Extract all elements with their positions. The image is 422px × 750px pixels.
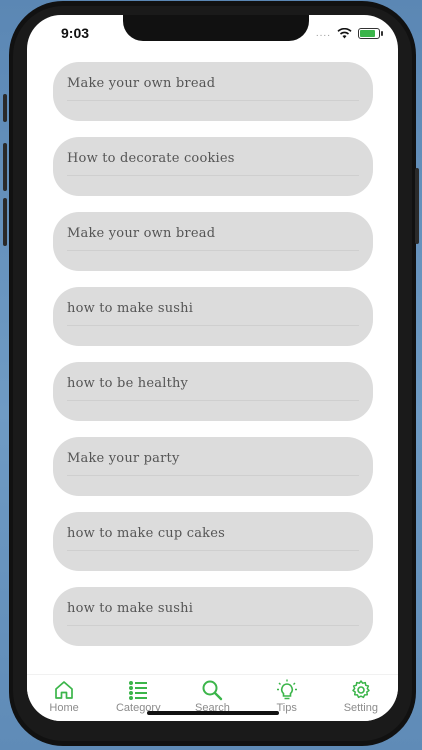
volume-up-button xyxy=(3,143,7,191)
tab-tips[interactable]: Tips xyxy=(250,675,324,714)
list-item[interactable]: How to decorate cookies xyxy=(53,137,373,196)
list-item-title: How to decorate cookies xyxy=(67,151,235,166)
list-item[interactable]: Make your own bread xyxy=(53,62,373,121)
notch xyxy=(123,15,309,41)
wifi-icon xyxy=(337,27,352,38)
list-item[interactable]: Make your party xyxy=(53,437,373,496)
app-screen: 9:03 .... Make your own bread How to dec… xyxy=(27,15,398,721)
divider xyxy=(67,175,359,176)
list-item[interactable]: how to make sushi xyxy=(53,287,373,346)
list-item[interactable]: Make your own bread xyxy=(53,212,373,271)
list-item[interactable]: how to be healthy xyxy=(53,362,373,421)
list-item-title: Make your party xyxy=(67,451,180,466)
divider xyxy=(67,475,359,476)
tab-home[interactable]: Home xyxy=(27,675,101,714)
lightbulb-icon xyxy=(276,679,297,700)
home-indicator xyxy=(147,711,279,715)
list-item[interactable]: how to make sushi xyxy=(53,587,373,646)
status-time: 9:03 xyxy=(61,25,90,41)
tab-label: Tips xyxy=(276,702,297,714)
signal-dots: .... xyxy=(315,27,331,39)
divider xyxy=(67,550,359,551)
tab-category[interactable]: Category xyxy=(101,675,175,714)
list-item-title: how to be healthy xyxy=(67,376,189,391)
list-item[interactable]: how to make cup cakes xyxy=(53,512,373,571)
battery-icon xyxy=(358,27,383,39)
gear-icon xyxy=(352,680,370,699)
tab-label: Setting xyxy=(343,702,378,714)
search-icon xyxy=(202,680,223,701)
tab-search[interactable]: Search xyxy=(175,675,249,714)
power-button xyxy=(415,168,419,244)
divider xyxy=(67,400,359,401)
divider xyxy=(67,325,359,326)
list-item-title: Make your own bread xyxy=(67,76,216,91)
status-icons: .... xyxy=(315,26,383,40)
tab-label: Home xyxy=(49,702,79,714)
divider xyxy=(67,625,359,626)
list-icon xyxy=(129,681,148,700)
list-item-title: how to make sushi xyxy=(67,601,194,616)
list-item-title: how to make cup cakes xyxy=(67,526,226,541)
divider xyxy=(67,250,359,251)
list-item-title: how to make sushi xyxy=(67,301,194,316)
list-item-title: Make your own bread xyxy=(67,226,216,241)
home-icon xyxy=(55,681,73,699)
divider xyxy=(67,100,359,101)
silent-switch xyxy=(3,94,7,122)
volume-down-button xyxy=(3,198,7,246)
article-list: Make your own bread How to decorate cook… xyxy=(53,62,373,662)
tab-setting[interactable]: Setting xyxy=(324,675,398,714)
